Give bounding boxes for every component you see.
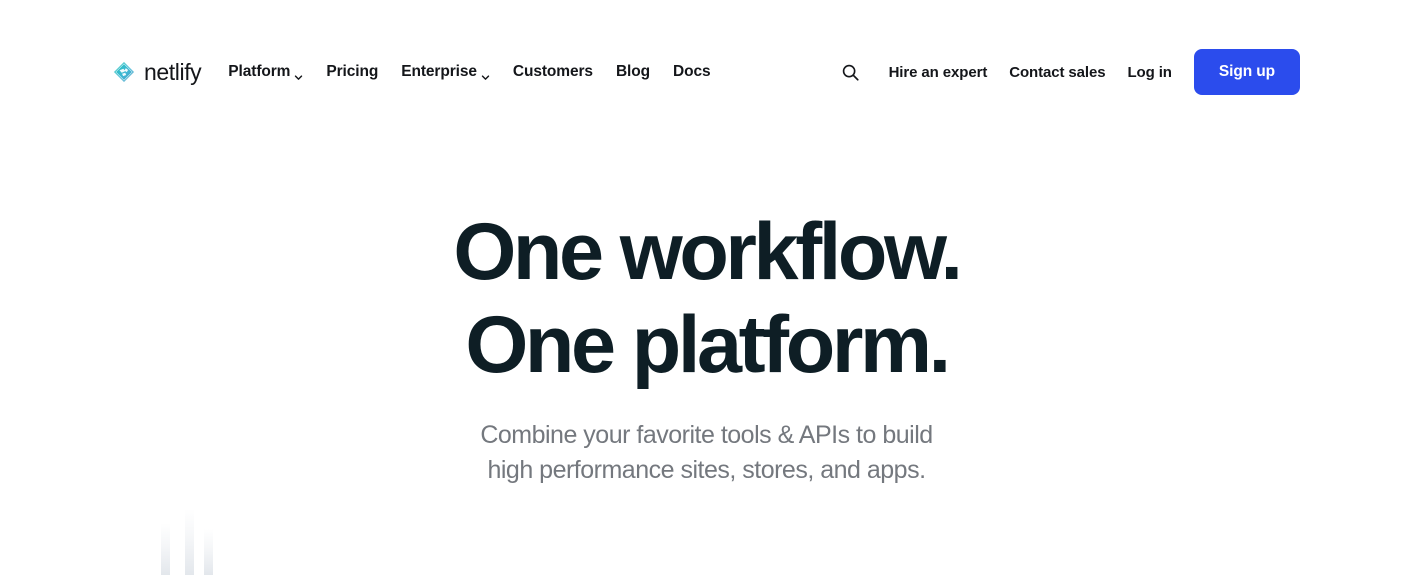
nav-item-customers-label: Customers xyxy=(512,63,593,80)
nav-item-blog[interactable]: Blog xyxy=(616,63,650,81)
nav-item-enterprise-label: Enterprise xyxy=(401,63,477,80)
nav-item-platform-label: Platform xyxy=(228,63,291,80)
primary-navigation: Platform Pricing Enterprise Customers Bl… xyxy=(228,63,710,81)
nav-item-hire-an-expert[interactable]: Hire an expert xyxy=(889,64,988,81)
nav-item-blog-label: Blog xyxy=(615,63,651,80)
site-header: netlify Platform Pricing Enterprise Cust… xyxy=(0,0,1413,144)
search-icon xyxy=(841,63,860,82)
chevron-down-icon xyxy=(481,69,490,80)
netlify-logo-link[interactable]: netlify xyxy=(113,58,202,85)
decorative-bar xyxy=(185,509,194,575)
hero-subheadline-line-1: Combine your favorite tools & APIs to bu… xyxy=(480,421,933,450)
nav-item-customers[interactable]: Customers xyxy=(513,63,593,81)
netlify-diamond-logo-icon xyxy=(113,61,135,83)
hero-headline: One workflow. One platform. xyxy=(0,207,1413,391)
nav-item-docs[interactable]: Docs xyxy=(673,63,711,81)
secondary-navigation: Hire an expert Contact sales Log in Sign… xyxy=(841,49,1300,95)
hero-section: One workflow. One platform. Combine your… xyxy=(0,144,1413,487)
decorative-bar xyxy=(161,523,170,575)
search-button[interactable] xyxy=(841,63,860,82)
decorative-bars-graphic xyxy=(158,495,218,575)
nav-item-contact-sales[interactable]: Contact sales xyxy=(1009,64,1105,81)
nav-item-enterprise[interactable]: Enterprise xyxy=(401,63,490,81)
hero-subheadline-line-2: high performance sites, stores, and apps… xyxy=(487,455,926,484)
header-inner: netlify Platform Pricing Enterprise Cust… xyxy=(113,49,1300,95)
nav-item-log-in[interactable]: Log in xyxy=(1127,64,1171,81)
chevron-down-icon xyxy=(294,69,303,80)
nav-item-pricing-label: Pricing xyxy=(326,63,379,80)
nav-item-platform[interactable]: Platform xyxy=(228,63,303,81)
hero-headline-line-2: One platform. xyxy=(465,300,951,391)
hero-headline-line-1: One workflow. xyxy=(453,207,963,297)
nav-item-pricing[interactable]: Pricing xyxy=(326,63,378,81)
netlify-wordmark: netlify xyxy=(144,58,202,85)
hero-subheadline: Combine your favorite tools & APIs to bu… xyxy=(0,418,1413,487)
decorative-bar xyxy=(204,529,213,575)
sign-up-button[interactable]: Sign up xyxy=(1193,49,1300,95)
nav-item-docs-label: Docs xyxy=(673,63,711,80)
